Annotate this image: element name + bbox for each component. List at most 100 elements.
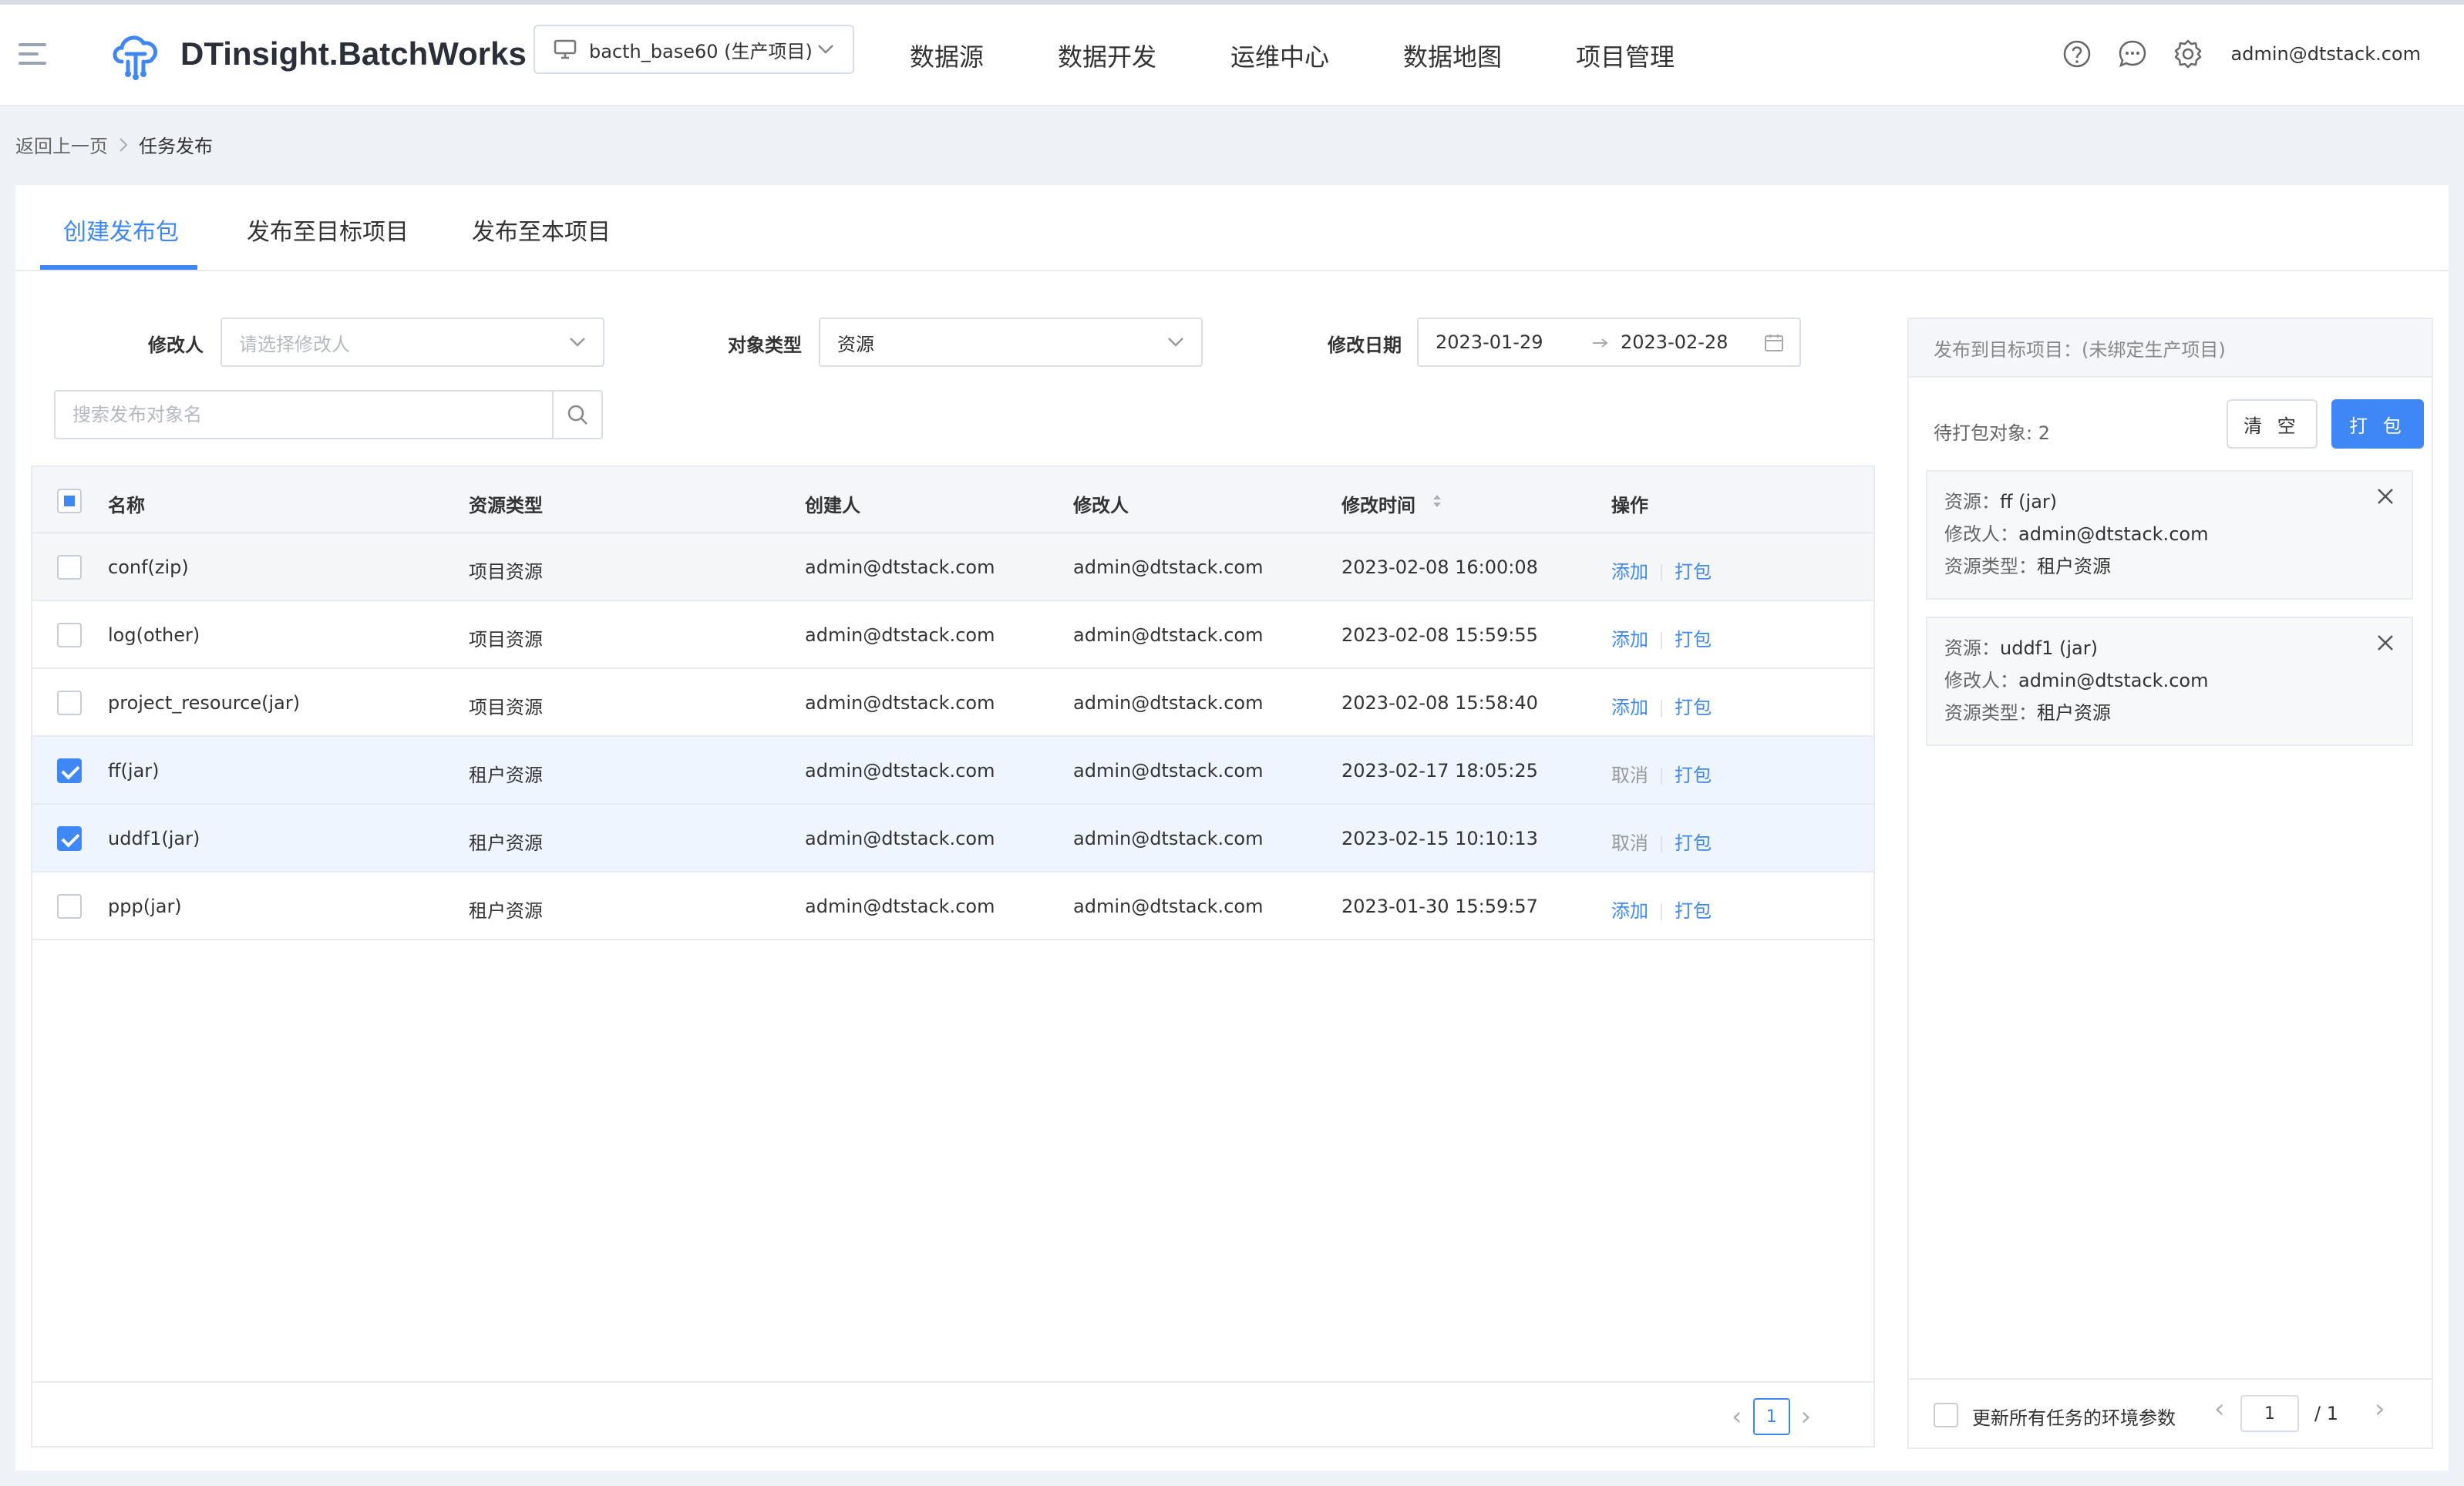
add-link[interactable]: 添加 xyxy=(1611,629,1648,651)
col-modified-time[interactable]: 修改时间 xyxy=(1341,490,1415,517)
close-icon[interactable] xyxy=(2375,632,2396,654)
pack-link[interactable]: 打包 xyxy=(1675,900,1712,922)
action-divider xyxy=(1661,564,1662,581)
row-name: log(other) xyxy=(108,624,200,646)
search-icon xyxy=(567,405,587,425)
row-checkbox[interactable] xyxy=(57,826,82,851)
nav-item-data-dev[interactable]: 数据开发 xyxy=(1058,38,1156,73)
row-resource-type: 项目资源 xyxy=(469,629,543,651)
tab-create-package[interactable]: 创建发布包 xyxy=(63,213,179,247)
action-divider xyxy=(1661,835,1662,852)
monitor-icon xyxy=(554,39,577,59)
row-modifier: admin@dtstack.com xyxy=(1073,556,1264,578)
nav-item-ops[interactable]: 运维中心 xyxy=(1230,38,1329,73)
pack-link[interactable]: 打包 xyxy=(1675,697,1712,718)
menu-icon[interactable] xyxy=(19,43,46,68)
row-modified-time: 2023-02-08 16:00:08 xyxy=(1341,556,1538,578)
breadcrumb-back-link[interactable]: 返回上一页 xyxy=(15,131,108,158)
header-actions: admin@dtstack.com xyxy=(2037,39,2421,69)
next-page-button[interactable]: › xyxy=(1801,1401,1812,1432)
modifier-label: 修改人 xyxy=(148,335,204,356)
add-link[interactable]: 添加 xyxy=(1611,697,1648,718)
table-row[interactable]: project_resource(jar) 项目资源 admin@dtstack.c… xyxy=(32,669,1873,737)
row-checkbox[interactable] xyxy=(57,691,82,715)
action-divider xyxy=(1661,700,1662,717)
pack-link[interactable]: 打包 xyxy=(1675,832,1712,854)
nav-item-project-mgmt[interactable]: 项目管理 xyxy=(1576,38,1675,73)
prev-page-button[interactable]: ‹ xyxy=(2214,1394,2225,1424)
sort-icon[interactable] xyxy=(1431,492,1443,510)
message-icon[interactable] xyxy=(2117,39,2148,69)
item-modifier-label: 修改人： xyxy=(1944,523,2018,545)
row-name: ff(jar) xyxy=(108,760,160,782)
table-pagination: ‹ 1 › xyxy=(1732,1398,1811,1435)
object-type-select[interactable]: 资源 xyxy=(819,318,1203,367)
row-name: ppp(jar) xyxy=(108,896,182,917)
pack-link[interactable]: 打包 xyxy=(1675,629,1712,651)
row-creator: admin@dtstack.com xyxy=(805,624,995,646)
help-icon[interactable] xyxy=(2062,39,2092,69)
pack-button[interactable]: 打 包 xyxy=(2331,399,2424,449)
item-type-label: 资源类型： xyxy=(1944,702,2037,724)
add-link[interactable]: 添加 xyxy=(1611,900,1648,922)
clear-button[interactable]: 清 空 xyxy=(2227,399,2318,449)
search-button[interactable] xyxy=(552,392,601,438)
page-input[interactable]: 1 xyxy=(2240,1395,2299,1432)
nav-item-datasource[interactable]: 数据源 xyxy=(910,38,984,73)
table-footer: ‹ 1 › xyxy=(32,1381,1873,1447)
modifier-select[interactable]: 请选择修改人 xyxy=(220,318,604,367)
date-range-picker[interactable]: 2023-01-29 2023-02-28 xyxy=(1417,318,1801,367)
table-row[interactable]: conf(zip) 项目资源 admin@dtstack.com admin@dtst… xyxy=(32,533,1873,601)
settings-gear-icon[interactable] xyxy=(2173,39,2203,69)
main-card: 创建发布包 发布至目标项目 发布至本项目 修改人 请选择修改人 对象类型 资源 … xyxy=(15,185,2449,1471)
calendar-icon xyxy=(1765,335,1783,351)
cancel-link[interactable]: 取消 xyxy=(1611,832,1648,854)
add-link[interactable]: 添加 xyxy=(1611,561,1648,583)
update-env-params-label: 更新所有任务的环境参数 xyxy=(1972,1407,2176,1429)
table-row[interactable]: uddf1(jar) 租户资源 admin@dtstack.com admin@dts… xyxy=(32,805,1873,872)
project-select[interactable]: bacth_base60 (生产项目) xyxy=(534,25,854,74)
row-modifier: admin@dtstack.com xyxy=(1073,896,1264,917)
col-creator: 创建人 xyxy=(805,495,860,516)
cancel-link[interactable]: 取消 xyxy=(1611,765,1648,786)
action-divider xyxy=(1661,632,1662,649)
tab-publish-target[interactable]: 发布至目标项目 xyxy=(247,213,409,247)
row-checkbox[interactable] xyxy=(57,555,82,580)
date-start[interactable]: 2023-01-29 xyxy=(1436,331,1543,353)
package-item: 资源：ff (jar) 修改人：admin@dtstack.com 资源类型：租… xyxy=(1926,470,2413,600)
date-label: 修改日期 xyxy=(1328,335,1402,356)
row-actions: 添加 打包 xyxy=(1611,556,1712,583)
prev-page-button[interactable]: ‹ xyxy=(1732,1401,1742,1432)
row-checkbox[interactable] xyxy=(57,623,82,647)
item-type: 租户资源 xyxy=(2037,702,2111,724)
search-input[interactable] xyxy=(56,392,550,438)
table-row[interactable]: ppp(jar) 租户资源 admin@dtstack.com admin@dtsta… xyxy=(32,872,1873,940)
next-page-button[interactable]: › xyxy=(2375,1394,2385,1424)
row-actions: 添加 打包 xyxy=(1611,624,1712,651)
row-modifier: admin@dtstack.com xyxy=(1073,624,1264,646)
row-checkbox[interactable] xyxy=(57,894,82,919)
select-all-checkbox[interactable] xyxy=(57,489,82,513)
row-checkbox[interactable] xyxy=(57,758,82,783)
nav-item-data-map[interactable]: 数据地图 xyxy=(1403,38,1502,73)
date-end[interactable]: 2023-02-28 xyxy=(1621,331,1728,353)
current-page[interactable]: 1 xyxy=(1752,1398,1790,1435)
table-row[interactable]: log(other) 项目资源 admin@dtstack.com admin@dts… xyxy=(32,601,1873,669)
item-modifier-label: 修改人： xyxy=(1944,670,2018,691)
search-box xyxy=(54,390,603,439)
breadcrumb-current: 任务发布 xyxy=(139,136,213,157)
close-icon[interactable] xyxy=(2375,486,2396,507)
table-row[interactable]: ff(jar) 租户资源 admin@dtstack.com admin@dtstac… xyxy=(32,737,1873,805)
row-resource-type: 项目资源 xyxy=(469,697,543,718)
pack-link[interactable]: 打包 xyxy=(1675,561,1712,583)
user-account[interactable]: admin@dtstack.com xyxy=(2231,43,2421,65)
row-modified-time: 2023-02-15 10:10:13 xyxy=(1341,828,1538,849)
row-name: project_resource(jar) xyxy=(108,692,301,714)
pack-link[interactable]: 打包 xyxy=(1675,765,1712,786)
tab-publish-self[interactable]: 发布至本项目 xyxy=(472,213,611,247)
row-creator: admin@dtstack.com xyxy=(805,896,995,917)
row-actions: 取消 打包 xyxy=(1611,760,1712,787)
object-type-label: 对象类型 xyxy=(728,335,802,356)
update-env-params-checkbox[interactable] xyxy=(1934,1403,1958,1427)
col-name: 名称 xyxy=(108,495,145,516)
